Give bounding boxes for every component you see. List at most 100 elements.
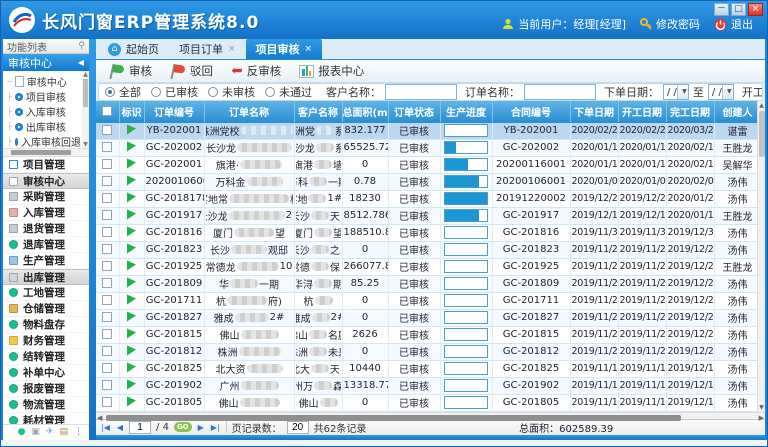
sidebar-item-退货管理[interactable]: 退货管理: [3, 221, 89, 237]
select-all-checkbox[interactable]: [102, 106, 112, 116]
plane-icon[interactable]: ✈: [46, 428, 54, 437]
table-row[interactable]: 20200106001万科金万科一期0.78已审核202001060012020…: [96, 173, 757, 190]
row-checkbox[interactable]: [102, 397, 112, 407]
scroll-up-icon[interactable]: ▲: [82, 71, 89, 78]
table-row[interactable]: GC-202002长沙龙长沙龙系..65525.7200..已审核GC-2020…: [96, 139, 757, 156]
table-row[interactable]: GC-201917长沙龙2#长沙天..8512.78600..已审核GC-201…: [96, 207, 757, 224]
column-header-生产进度[interactable]: 生产进度: [440, 101, 492, 122]
radio-未审核[interactable]: [208, 87, 218, 97]
tree-item[interactable]: ├项目审核: [7, 89, 81, 104]
pin-icon[interactable]: ⚲: [78, 41, 85, 51]
table-row[interactable]: GC-201812株洲株洲未来0已审核GC-2018122019/11/2020…: [96, 343, 757, 360]
radio-未通过[interactable]: [265, 87, 275, 97]
tree-horizontal-scrollbar[interactable]: [3, 149, 89, 157]
prev-page-icon[interactable]: ◀: [116, 423, 124, 432]
sidebar-item-工地管理[interactable]: 工地管理: [3, 285, 89, 301]
row-checkbox[interactable]: [102, 363, 112, 373]
table-row[interactable]: GC-201925常德龙10常德保..266077.835..已审核GC-201…: [96, 258, 757, 275]
order-name-input[interactable]: [524, 84, 596, 100]
sidebar-item-耗材管理[interactable]: 耗材管理: [3, 413, 89, 424]
row-checkbox[interactable]: [102, 312, 112, 322]
last-page-icon[interactable]: ▶|: [210, 423, 221, 432]
maximize-button[interactable]: □: [731, 3, 746, 16]
go-button[interactable]: GO: [174, 422, 192, 432]
scrollbar-thumb[interactable]: [759, 111, 765, 157]
tree-item[interactable]: ├出库审核: [7, 119, 81, 134]
sidebar-item-入库管理[interactable]: 入库管理: [3, 205, 89, 221]
row-checkbox[interactable]: [102, 261, 112, 271]
column-header-订单编号[interactable]: 订单编号: [144, 101, 204, 122]
row-checkbox[interactable]: [102, 244, 112, 254]
column-header-下单日期[interactable]: 下单日期: [570, 101, 618, 122]
splitter[interactable]: [89, 39, 96, 440]
minimize-button[interactable]: －: [714, 3, 729, 16]
tab-起始页[interactable]: ⌂起始页: [98, 39, 169, 59]
table-row[interactable]: GC-201816厦门望厦门望188510.818已审核GC-201816201…: [96, 224, 757, 241]
sidebar-item-物流管理[interactable]: 物流管理: [3, 397, 89, 413]
column-header-客户名称[interactable]: 客户名称: [294, 101, 342, 122]
scroll-right-icon[interactable]: ▶: [759, 413, 764, 423]
scrollbar-thumb[interactable]: [11, 150, 71, 155]
scroll-down-icon[interactable]: ▼: [758, 404, 765, 411]
radio-已审核[interactable]: [151, 87, 161, 97]
change-password-button[interactable]: 修改密码: [640, 16, 700, 32]
column-header-标识[interactable]: 标识: [119, 101, 144, 122]
table-row[interactable]: GC-202001旗港·旗港墙0已审核202001160012020/01/16…: [96, 156, 757, 173]
row-checkbox[interactable]: [102, 193, 112, 203]
page-number-input[interactable]: [129, 421, 151, 434]
next-page-icon[interactable]: ▶: [197, 423, 205, 432]
tree-vertical-scrollbar[interactable]: ▲ ▼: [82, 71, 89, 148]
customer-name-input[interactable]: [385, 84, 457, 100]
toolbar-button-报表中心[interactable]: 报表中心: [294, 60, 373, 82]
scroll-left-icon[interactable]: ◀: [97, 413, 102, 423]
sidebar-item-生产管理[interactable]: 生产管理: [3, 253, 89, 269]
sidebar-item-物料盘存[interactable]: 物料盘存: [3, 317, 89, 333]
scroll-up-icon[interactable]: ▲: [758, 102, 765, 109]
chevron-down-icon[interactable]: ▼: [722, 85, 733, 99]
circle-icon[interactable]: ●: [18, 428, 26, 437]
chevron-down-icon[interactable]: ▼: [677, 85, 688, 99]
sidebar-item-财务管理[interactable]: 财务管理: [3, 333, 89, 349]
row-checkbox[interactable]: [102, 227, 112, 237]
table-row[interactable]: GC-201711杭府)杭0已审核GC-2017112019/11/202019…: [96, 292, 757, 309]
row-checkbox[interactable]: [102, 125, 112, 135]
sidebar-item-项目管理[interactable]: 项目管理: [3, 157, 89, 173]
tab-项目审核[interactable]: 项目审核×: [246, 39, 323, 59]
order-date-to-input[interactable]: / /▼: [708, 84, 734, 100]
table-row[interactable]: GC-201815佛山佛山名庭2626已审核GC-2018152019/11/2…: [96, 326, 757, 343]
row-checkbox[interactable]: [102, 176, 112, 186]
first-page-icon[interactable]: |◀: [100, 423, 111, 432]
page-size-input[interactable]: [287, 421, 309, 434]
sidebar-item-报废管理[interactable]: 报废管理: [3, 381, 89, 397]
row-checkbox[interactable]: [102, 142, 112, 152]
column-header-选择[interactable]: [96, 101, 119, 122]
column-header-创建人[interactable]: 创建人: [714, 101, 757, 122]
tab-项目订单[interactable]: 项目订单×: [169, 39, 246, 59]
table-row[interactable]: GC-201827雅成2#雅成2#0已审核GC-2018272019/11/20…: [96, 309, 757, 326]
table-row[interactable]: GC-201825北大资北大天..10440已审核GC-2018252019/1…: [96, 360, 757, 377]
toolbar-button-反审核[interactable]: ➥反审核: [226, 60, 290, 82]
row-checkbox[interactable]: [102, 159, 112, 169]
row-checkbox[interactable]: [102, 278, 112, 288]
table-row[interactable]: GC-201823长沙观邸长沙之..0已审核GC-2018232019/11/2…: [96, 241, 757, 258]
tree-item[interactable]: ├入库审核: [7, 104, 81, 119]
row-checkbox[interactable]: [102, 329, 112, 339]
tree-item[interactable]: ├入库审核回退: [7, 134, 81, 149]
row-checkbox[interactable]: [102, 210, 112, 220]
more-icon[interactable]: ⋮: [74, 428, 83, 437]
radio-全部[interactable]: [105, 87, 115, 97]
close-button[interactable]: ×: [748, 3, 763, 16]
scroll-down-icon[interactable]: ▼: [82, 141, 89, 148]
row-checkbox[interactable]: [102, 346, 112, 356]
table-row[interactable]: GC-201805佛山佛山0已审核GC-2018052019/11/182019…: [96, 394, 757, 411]
logout-button[interactable]: 退出: [714, 16, 753, 32]
column-header-完工日期[interactable]: 完工日期: [666, 101, 714, 122]
cart-icon[interactable]: ▣: [31, 428, 40, 437]
column-header-总面积(m²)[interactable]: 总面积(m²): [342, 101, 388, 122]
sidebar-item-审核中心[interactable]: 审核中心: [3, 173, 89, 189]
row-checkbox[interactable]: [102, 295, 112, 305]
sidebar-item-仓储管理[interactable]: 仓储管理: [3, 301, 89, 317]
sidebar-item-补单中心[interactable]: 补单中心: [3, 365, 89, 381]
tree-root-item[interactable]: ─ 审核中心: [7, 74, 81, 89]
sidebar-item-退库管理[interactable]: 退库管理: [3, 237, 89, 253]
